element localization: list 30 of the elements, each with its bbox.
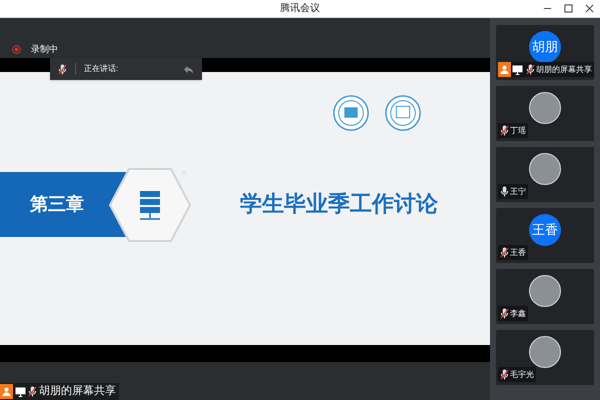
maximize-icon[interactable] [564, 4, 573, 13]
participant-tile[interactable]: 王香 王香 [495, 207, 595, 264]
slide-title: 学生毕业季工作讨论 [240, 190, 438, 219]
participant-tile[interactable]: 毛宇光 [495, 329, 595, 386]
screen-share-label: 胡朋的屏幕共享 [39, 384, 116, 400]
emblem-drawing [332, 94, 370, 132]
recording-label: 录制中 [31, 42, 58, 56]
speaking-label: 正在讲话: [84, 63, 118, 75]
chapter-label: 第三章 [30, 193, 84, 217]
avatar-photo-placeholder [529, 153, 561, 185]
participant-tile[interactable]: 王宁 [495, 146, 595, 203]
participant-name: 王香 [510, 248, 526, 256]
participant-tile[interactable]: 李鑫 [495, 268, 595, 325]
close-icon[interactable] [585, 4, 594, 13]
participant-tile[interactable]: 丁瑶 [495, 85, 595, 142]
screen-share-icon [15, 386, 26, 396]
participant-name: 王宁 [510, 188, 526, 196]
avatar-photo-placeholder [529, 336, 561, 368]
reply-arrow-icon [183, 64, 194, 74]
participant-name: 李鑫 [510, 310, 526, 318]
participant-name: 毛宇光 [510, 370, 534, 378]
screen-share-icon [512, 64, 523, 74]
participant-name: 丁瑶 [510, 126, 526, 134]
emblem-drawing [384, 94, 422, 132]
participant-name: 胡朋的屏幕共享 [536, 66, 592, 74]
avatar-photo-placeholder [529, 275, 561, 307]
window-title: 腾讯会议 [280, 2, 320, 16]
record-icon [12, 45, 21, 54]
avatar-photo-placeholder [529, 92, 561, 124]
participant-tile[interactable]: 胡朋 胡朋的屏幕共享 [495, 24, 595, 81]
